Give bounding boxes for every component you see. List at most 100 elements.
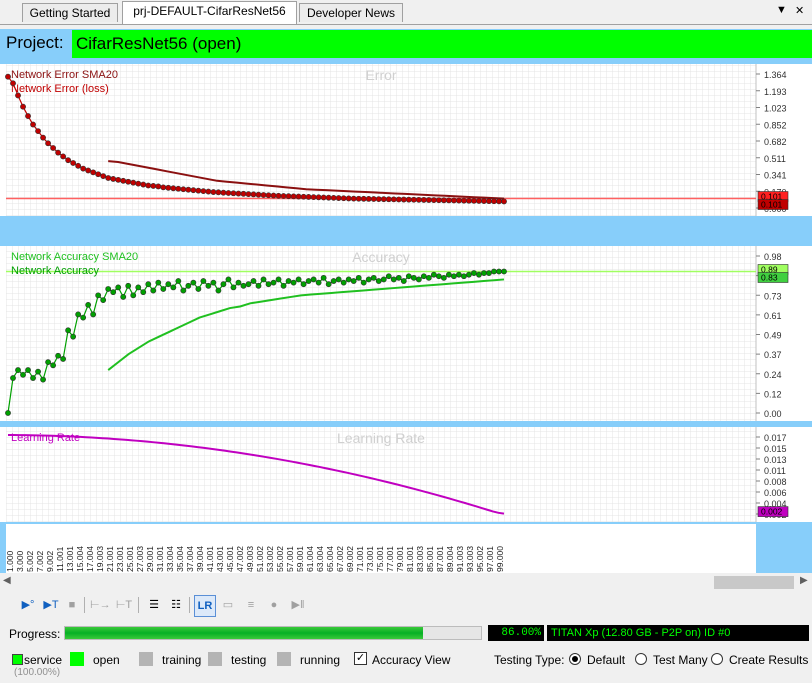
data-point: [466, 197, 472, 204]
data-point: [440, 197, 447, 204]
data-point: [5, 73, 11, 80]
tab-developer-news[interactable]: Developer News: [299, 3, 403, 22]
data-point: [75, 311, 82, 318]
data-point: [355, 274, 362, 281]
chart-svg: Error 1.364 1.193 1.023 0.852 0.682 0.511 0.341…: [0, 64, 812, 573]
data-point: [280, 193, 287, 199]
chart-grid: [6, 246, 756, 421]
weights-button[interactable]: ☷: [166, 595, 186, 615]
data-point: [375, 196, 382, 202]
data-point: [476, 198, 482, 204]
data-point: [105, 175, 112, 181]
data-point: [395, 196, 402, 203]
x-tick-label: 47.002: [235, 546, 245, 572]
weights-icon: ☷: [171, 599, 181, 611]
list-button[interactable]: ≡: [241, 595, 261, 615]
data-point: [476, 271, 482, 278]
radio-test-many[interactable]: [635, 653, 647, 665]
data-point: [145, 281, 152, 288]
data-point: [180, 287, 187, 294]
tab-project[interactable]: prj-DEFAULT-CifarResNet56: [122, 1, 297, 24]
accuracy-view-checkbox[interactable]: ✓: [354, 652, 367, 665]
x-tick-label: 53.002: [265, 546, 275, 572]
close-icon[interactable]: ✕: [795, 4, 804, 17]
data-point: [160, 184, 167, 191]
data-point: [165, 184, 172, 191]
data-point: [185, 282, 192, 289]
data-point: [250, 191, 257, 198]
data-point: [466, 271, 472, 278]
project-name: CifarResNet56 (open): [72, 30, 812, 58]
legend-entry: Network Error SMA20: [11, 69, 118, 81]
data-point: [155, 183, 162, 190]
learning-rate-button[interactable]: LR: [194, 595, 216, 617]
data-point: [471, 197, 477, 204]
data-point: [255, 191, 262, 198]
data-point: [210, 279, 217, 286]
data-point: [305, 194, 312, 200]
data-point: [45, 359, 51, 366]
x-tick-label: 43.001: [215, 546, 225, 572]
step-test-button[interactable]: ⊢T: [114, 595, 134, 615]
data-point: [140, 289, 147, 296]
x-tick-label: 39.004: [195, 546, 205, 572]
scroll-right-icon[interactable]: ▶: [800, 575, 808, 586]
data-point: [75, 162, 82, 169]
data-point: [345, 276, 352, 283]
data-point: [195, 187, 202, 194]
legend-entry: Network Accuracy: [11, 265, 100, 277]
data-point: [60, 153, 67, 160]
x-tick-label: 83.003: [415, 546, 425, 572]
stop-button[interactable]: ■: [62, 595, 82, 615]
horizontal-scrollbar[interactable]: ◀ ▶: [0, 574, 812, 591]
data-point: [320, 274, 327, 281]
x-tick-label: 9.002: [45, 550, 55, 572]
tab-getting-started[interactable]: Getting Started: [22, 3, 118, 22]
list-icon: ≡: [247, 599, 255, 611]
data-point: [240, 282, 247, 289]
y-tick-label: 1.364: [764, 70, 787, 80]
data-point: [435, 273, 442, 280]
data-point: [290, 279, 297, 286]
y-tick-label: 0.017: [764, 433, 787, 443]
data-point: [210, 189, 217, 195]
data-point: [230, 284, 237, 291]
data-point: [350, 195, 357, 202]
data-point: [35, 128, 41, 134]
data-point: [225, 190, 232, 196]
data-point: [120, 177, 127, 184]
data-point: [335, 276, 342, 283]
radio-default[interactable]: [569, 653, 581, 665]
data-point: [445, 197, 452, 204]
data-point: [330, 194, 337, 201]
x-tick-label: 89.004: [445, 546, 455, 572]
data-point: [295, 276, 302, 283]
data-point: [471, 270, 477, 276]
tab-dropdown-icon[interactable]: ▼: [776, 4, 787, 16]
step-forward-button[interactable]: ⊢→: [90, 595, 111, 615]
nan-button[interactable]: ●: [264, 595, 284, 615]
data-point: [235, 279, 242, 286]
clear-button[interactable]: ▭: [218, 595, 238, 615]
layers-button[interactable]: ☰: [144, 595, 164, 615]
y-tick-label: 0.015: [764, 444, 787, 454]
data-point: [325, 281, 332, 288]
train-button[interactable]: ▶T: [41, 595, 61, 615]
radio-create-results-label: Create Results: [729, 653, 809, 667]
open-model-button[interactable]: ▶°: [18, 595, 38, 615]
y-tick-label: 1.023: [764, 104, 787, 114]
data-point: [260, 192, 267, 198]
learning-rate-icon: LR: [197, 600, 213, 612]
data-point: [275, 276, 282, 283]
scroll-left-icon[interactable]: ◀: [3, 575, 11, 586]
data-point: [15, 92, 21, 99]
data-point: [65, 157, 72, 164]
data-point: [65, 327, 72, 334]
scroll-thumb[interactable]: [714, 576, 794, 589]
pause-icon: ▶‖: [291, 599, 305, 611]
radio-create-results[interactable]: [711, 653, 723, 665]
x-tick-label: 17.004: [85, 546, 95, 572]
pause-button[interactable]: ▶‖: [288, 595, 308, 615]
step-forward-icon: ⊢→: [90, 599, 111, 611]
data-point: [35, 368, 41, 375]
